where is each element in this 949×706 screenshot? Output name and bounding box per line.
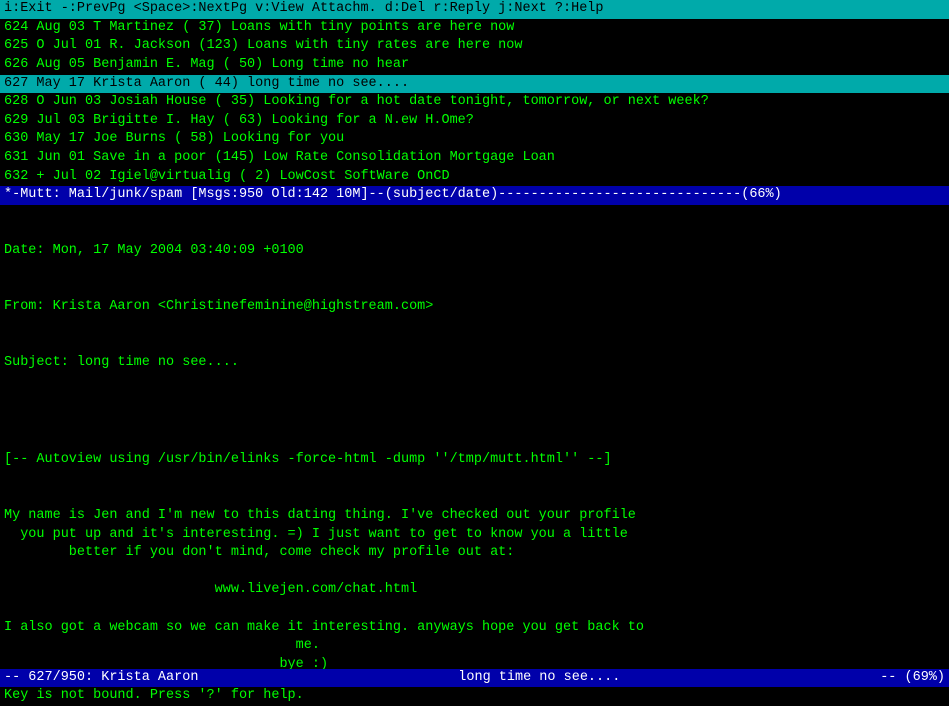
top-menu-label: i:Exit -:PrevPg <Space>:NextPg v:View At… (4, 1, 604, 16)
email-row[interactable]: 627 May 17 Krista Aaron ( 44) long time … (0, 75, 949, 94)
email-row[interactable]: 632 + Jul 02 Igiel@virtualig ( 2) LowCos… (0, 168, 949, 187)
message-from: From: Krista Aaron <Christinefeminine@hi… (4, 298, 945, 317)
email-row[interactable]: 625 O Jul 01 R. Jackson (123) Loans with… (0, 37, 949, 56)
email-row[interactable]: 629 Jul 03 Brigitte I. Hay ( 63) Looking… (0, 112, 949, 131)
bottom-left: -- 627/950: Krista Aaron (4, 669, 198, 688)
bottom-status-bar: -- 627/950: Krista Aaron long time no se… (0, 669, 949, 688)
folder-status-text: *-Mutt: Mail/junk/spam [Msgs:950 Old:142… (4, 187, 782, 202)
email-row[interactable]: 630 May 17 Joe Burns ( 58) Looking for y… (0, 130, 949, 149)
email-row[interactable]: 624 Aug 03 T Martinez ( 37) Loans with t… (0, 19, 949, 38)
bottom-right: -- (69%) (880, 669, 945, 688)
folder-status-bar: *-Mutt: Mail/junk/spam [Msgs:950 Old:142… (0, 186, 949, 205)
terminal-screen: i:Exit -:PrevPg <Space>:NextPg v:View At… (0, 0, 949, 706)
message-body: My name is Jen and I'm new to this datin… (4, 507, 945, 669)
email-row[interactable]: 628 O Jun 03 Josiah House ( 35) Looking … (0, 93, 949, 112)
autoview-line: [-- Autoview using /usr/bin/elinks -forc… (4, 451, 945, 470)
message-date: Date: Mon, 17 May 2004 03:40:09 +0100 (4, 242, 945, 261)
top-menu-bar: i:Exit -:PrevPg <Space>:NextPg v:View At… (0, 0, 949, 19)
message-subject: Subject: long time no see.... (4, 354, 945, 373)
email-row[interactable]: 631 Jun 01 Save in a poor (145) Low Rate… (0, 149, 949, 168)
email-list[interactable]: 624 Aug 03 T Martinez ( 37) Loans with t… (0, 19, 949, 187)
email-row[interactable]: 626 Aug 05 Benjamin E. Mag ( 50) Long ti… (0, 56, 949, 75)
message-pane: Date: Mon, 17 May 2004 03:40:09 +0100 Fr… (0, 205, 949, 669)
bottom-center: long time no see.... (458, 669, 620, 688)
help-line: Key is not bound. Press '?' for help. (0, 687, 949, 706)
